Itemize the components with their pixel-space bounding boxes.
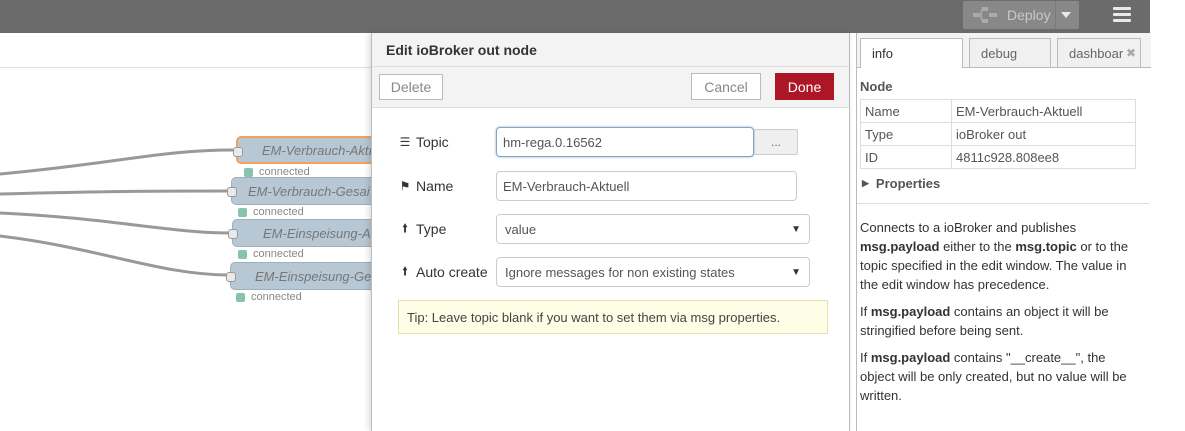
node-status-label: connected — [253, 248, 304, 260]
node-status: connected — [236, 291, 302, 303]
flow-workspace[interactable]: EM-Verbrauch-Aktı connected EM-Verbrauch… — [0, 33, 372, 431]
flow-node-label: EM-Verbrauch-Gesai — [248, 183, 370, 199]
node-status-label: connected — [251, 291, 302, 303]
tray-header: Edit ioBroker out node — [372, 33, 849, 67]
name-row: ⚑ Name — [398, 171, 797, 201]
sidebar-tabs: info debug dashboar ✖ — [857, 33, 1151, 68]
divider — [857, 203, 1149, 204]
node-status-label: connected — [253, 206, 304, 218]
deploy-button[interactable]: Deploy — [963, 1, 1079, 29]
flow-node[interactable]: EM-Verbrauch-Gesai — [227, 177, 372, 205]
window-margin — [1150, 0, 1185, 431]
arrow-up-icon: 🠙 — [401, 220, 408, 235]
name-input[interactable] — [496, 171, 797, 201]
flow-node[interactable]: EM-Einspeisung-Ge — [226, 262, 372, 290]
arrow-up-icon: 🠙 — [401, 263, 408, 278]
type-select-value: value — [505, 221, 537, 237]
input-port[interactable] — [226, 272, 236, 282]
topic-input[interactable] — [496, 127, 754, 157]
delete-button[interactable]: Delete — [379, 74, 443, 100]
properties-label: Properties — [875, 176, 941, 191]
table-row: ID 4811c928.808ee8 — [860, 145, 1136, 169]
node-status: connected — [238, 248, 304, 260]
deploy-icon — [973, 7, 997, 23]
name-field-label: ⚑ Name — [398, 178, 496, 194]
table-value: ioBroker out — [951, 122, 1136, 146]
help-paragraph: Connects to a ioBroker and publishes msg… — [860, 220, 1129, 292]
topic-field-label: ☰ Topic — [398, 134, 496, 150]
tab-dashboard[interactable]: dashboar ✖ — [1057, 38, 1141, 67]
node-section-title: Node — [860, 79, 893, 94]
flow-node[interactable]: EM-Einspeisung-A — [228, 219, 372, 247]
table-value: EM-Verbrauch-Aktuell — [951, 99, 1136, 123]
tray-toolbar: Delete Cancel Done — [372, 67, 849, 108]
tab-dashboard-label: dashboar — [1069, 45, 1124, 61]
tab-info-label: info — [872, 46, 893, 61]
cancel-button[interactable]: Cancel — [691, 73, 761, 100]
tip-box: Tip: Leave topic blank if you want to se… — [398, 300, 828, 334]
status-dot-icon — [238, 207, 247, 217]
edit-tray: Edit ioBroker out node Delete Cancel Don… — [371, 33, 850, 431]
type-field-label: 🠙 Type — [398, 219, 496, 240]
name-label-text: Name — [416, 178, 454, 194]
properties-toggle[interactable]: ▶ Properties — [862, 176, 940, 191]
tab-debug[interactable]: debug — [969, 38, 1051, 67]
autocreate-field-label: 🠙 Auto create — [398, 262, 496, 283]
node-info-table: Name EM-Verbrauch-Aktuell Type ioBroker … — [860, 99, 1136, 169]
input-port[interactable] — [228, 229, 238, 239]
status-dot-icon — [236, 292, 245, 302]
help-paragraph: If msg.payload contains "__create__", th… — [860, 350, 1127, 403]
chevron-down-icon: ▼ — [791, 266, 801, 278]
type-label-text: Type — [416, 221, 447, 237]
type-select[interactable]: value ▼ — [496, 214, 810, 244]
sidebar: info debug dashboar ✖ Node Name EM-Verbr… — [856, 33, 1151, 431]
autocreate-label-text: Auto create — [416, 264, 488, 280]
header-bar: Deploy — [0, 0, 1150, 33]
status-dot-icon — [244, 167, 253, 177]
node-status: connected — [238, 206, 304, 218]
tab-info[interactable]: info — [860, 38, 963, 68]
tag-icon: ⚑ — [399, 179, 411, 193]
chevron-down-icon[interactable] — [1061, 12, 1071, 18]
flow-node-label: EM-Verbrauch-Aktı — [262, 142, 372, 158]
flow-node-label: EM-Einspeisung-A — [263, 225, 371, 241]
input-port[interactable] — [233, 147, 243, 157]
autocreate-row: 🠙 Auto create Ignore messages for non ex… — [398, 257, 810, 287]
help-text: Connects to a ioBroker and publishes msg… — [860, 218, 1136, 413]
hamburger-menu-icon[interactable] — [1113, 7, 1131, 23]
topic-label-text: Topic — [416, 134, 449, 150]
flow-node[interactable]: EM-Verbrauch-Aktı — [233, 136, 372, 164]
deploy-separator — [1055, 1, 1056, 29]
chevron-down-icon: ▼ — [791, 223, 801, 235]
table-row: Name EM-Verbrauch-Aktuell — [860, 99, 1136, 123]
tasks-icon: ☰ — [399, 135, 411, 149]
type-row: 🠙 Type value ▼ — [398, 214, 810, 244]
done-button[interactable]: Done — [775, 73, 834, 100]
deploy-label: Deploy — [1007, 7, 1051, 23]
table-key: ID — [860, 145, 952, 169]
help-paragraph: If msg.payload contains an object it wil… — [860, 304, 1109, 338]
browse-button[interactable]: ... — [754, 129, 798, 155]
input-port[interactable] — [227, 187, 237, 197]
topic-row: ☰ Topic ... — [398, 127, 798, 157]
table-row: Type ioBroker out — [860, 122, 1136, 146]
tab-debug-label: debug — [981, 45, 1018, 61]
autocreate-select-value: Ignore messages for non existing states — [505, 264, 735, 280]
close-icon[interactable]: ✖ — [1125, 46, 1136, 60]
flow-node-label: EM-Einspeisung-Ge — [255, 268, 372, 284]
table-value[interactable]: 4811c928.808ee8 — [951, 145, 1136, 169]
tray-title: Edit ioBroker out node — [386, 42, 537, 58]
autocreate-select[interactable]: Ignore messages for non existing states … — [496, 257, 810, 287]
caret-right-icon: ▶ — [862, 178, 869, 188]
table-key: Name — [860, 99, 952, 123]
status-dot-icon — [238, 249, 247, 259]
table-key: Type — [860, 122, 952, 146]
